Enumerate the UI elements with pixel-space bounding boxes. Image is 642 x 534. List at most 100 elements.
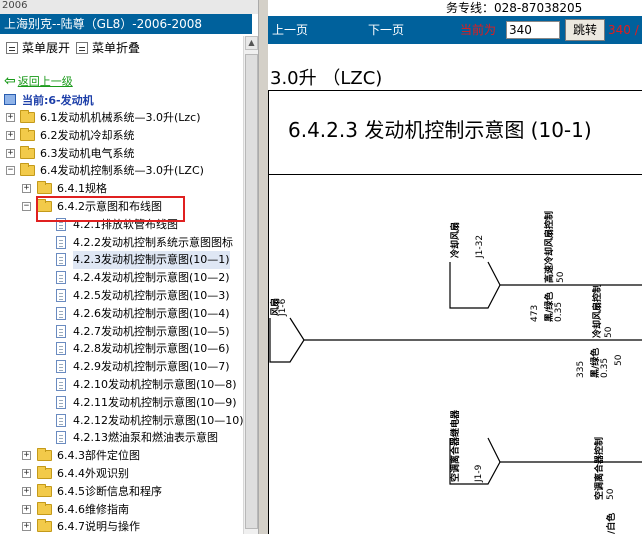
current-location-label: 当前:6-发动机 <box>22 94 94 107</box>
tree-toggle-icon[interactable]: − <box>22 202 31 211</box>
tree-item[interactable]: 4.2.2发动机控制系统示意图图标 <box>0 234 243 252</box>
wire-473-function: 冷却风扇控制 <box>593 283 603 338</box>
tree-toggle-icon[interactable]: + <box>22 469 31 478</box>
scrollbar-thumb[interactable] <box>245 54 258 529</box>
tree-item[interactable]: 4.2.12发动机控制示意图(10—10) <box>0 412 244 430</box>
current-location: 当前:6-发动机 <box>4 92 94 108</box>
wire-473-size: 0.35 <box>554 301 564 322</box>
tree-item[interactable]: +6.1发动机机械系统—3.0升(Lzc) <box>0 109 243 127</box>
document-icon <box>56 235 66 249</box>
wire-473-circuit: 50 <box>604 326 614 338</box>
document-icon <box>56 306 66 320</box>
tree-item[interactable]: +6.4.4外观识别 <box>0 465 243 483</box>
tree-toggle-icon[interactable]: + <box>6 130 15 140</box>
tree-item[interactable]: +6.4.6维修指南 <box>0 501 243 519</box>
book-title: 上海别克--陆尊（GL8）-2006-2008 <box>4 17 203 31</box>
computer-icon <box>4 94 16 105</box>
tree-item[interactable]: 4.2.5发动机控制示意图(10—3) <box>0 287 243 305</box>
collapse-menu-button[interactable]: 菜单折叠 <box>76 40 140 56</box>
tree-toggle-icon[interactable]: + <box>22 451 31 461</box>
folder-icon <box>37 181 52 195</box>
tree-item-label: 4.2.7发动机控制示意图(10—5) <box>73 324 230 338</box>
wire-335-circuit: 50 <box>614 354 624 366</box>
back-link[interactable]: 返回上一级 <box>18 75 73 88</box>
tree-toggle-icon[interactable]: + <box>22 504 31 514</box>
wire-top-function: 高速冷却风扇控制 <box>545 210 555 283</box>
document-icon <box>56 324 66 338</box>
pin-left-label: J1-6 <box>278 298 288 316</box>
tree-item-label: 4.2.9发动机控制示意图(10—7) <box>73 360 230 374</box>
folder-icon <box>37 466 52 479</box>
tree-toggle-icon[interactable]: − <box>6 166 15 176</box>
expand-menu-button[interactable]: 菜单展开 <box>6 40 70 56</box>
wire-335-size: 0.35 <box>600 357 610 378</box>
tree-toggle-icon[interactable]: + <box>22 184 31 194</box>
tree-scrollbar[interactable]: ▲ <box>243 36 258 534</box>
tree-item[interactable]: − 6.4发动机控制系统—3.0升(LZC) <box>0 162 243 180</box>
tree-item[interactable]: +6.3发动机电气系统 <box>0 145 243 163</box>
back-arrow-icon: ⇦ <box>4 73 16 89</box>
pin-top-label: J1-32 <box>475 234 485 258</box>
tree-toggle-icon[interactable]: + <box>6 113 15 122</box>
tree-item[interactable]: +6.4.7说明与操作 <box>0 518 243 534</box>
tree-item[interactable]: 4.2.7发动机控制示意图(10—5) <box>0 323 243 341</box>
tree-item[interactable]: 4.2.10发动机控制示意图(10—8) <box>0 376 243 394</box>
folder-icon <box>20 127 35 141</box>
tree-item-label: 6.2发动机冷却系统 <box>40 128 135 142</box>
connector-left-shape <box>269 317 305 363</box>
tree-item[interactable]: 4.2.11发动机控制示意图(10—9) <box>0 394 243 412</box>
folder-icon <box>37 448 52 462</box>
tree-item-label: 4.2.2发动机控制系统示意图图标 <box>73 235 233 249</box>
document-icon <box>56 253 66 267</box>
tree-item-label: 4.2.6发动机控制示意图(10—4) <box>73 306 230 320</box>
tree-item-label: 6.4发动机控制系统—3.0升(LZC) <box>40 164 204 178</box>
tree-item[interactable]: +6.4.5诊断信息和程序 <box>0 483 243 501</box>
document-icon <box>56 431 66 445</box>
connector-top-shape <box>449 261 501 309</box>
tree-item-label: 4.2.12发动机控制示意图(10—10) <box>73 413 244 427</box>
tree-item[interactable]: 4.2.4发动机控制示意图(10—2) <box>0 269 243 287</box>
left-navigation-pane: 2006 上海别克--陆尊（GL8）-2006-2008 菜单展开 菜单折叠 ⇦… <box>0 0 258 534</box>
tree-item-label: 4.2.13燃油泵和燃油表示意图 <box>73 431 218 445</box>
tree-item[interactable]: +6.2发动机冷却系统 <box>0 127 243 145</box>
tree-item-label: 4.2.5发动机控制示意图(10—3) <box>73 289 230 302</box>
tree-item[interactable]: 4.2.9发动机控制示意图(10—7) <box>0 358 243 376</box>
tree-item[interactable]: +6.4.3部件定位图 <box>0 447 243 465</box>
tree-toggle-icon[interactable]: + <box>22 486 31 496</box>
tree-item-label: 6.3发动机电气系统 <box>40 146 135 160</box>
scroll-up-icon[interactable]: ▲ <box>245 36 258 50</box>
tree-item-label: 6.1发动机机械系统—3.0升(Lzc) <box>40 111 201 124</box>
tree-item-label: 4.2.3发动机控制示意图(10—1) <box>73 251 230 270</box>
tree-item[interactable]: 4.2.13燃油泵和燃油表示意图 <box>0 429 243 447</box>
tree-item-label: 6.4.4外观识别 <box>57 467 129 480</box>
document-icon <box>56 342 66 356</box>
wire-473-number: 473 <box>530 304 540 322</box>
collapse-menu-label: 菜单折叠 <box>92 41 141 55</box>
wire-top-number: 50 <box>556 271 566 283</box>
book-title-bar: 上海别克--陆尊（GL8）-2006-2008 <box>0 14 252 34</box>
pane-splitter[interactable] <box>258 0 268 534</box>
document-icon <box>56 360 66 374</box>
tree-item-label: 6.4.5诊断信息和程序 <box>57 484 162 498</box>
tree-item[interactable]: 4.2.8发动机控制示意图(10—6) <box>0 340 243 358</box>
document-icon <box>56 271 66 285</box>
wire-335-number: 335 <box>576 360 586 378</box>
folder-icon <box>37 519 52 533</box>
folder-icon <box>20 163 35 177</box>
document-viewer: 务专线：028-87038205 上一页 下一页 当前为 跳转 340 / 3.… <box>268 0 642 534</box>
folder-icon <box>37 501 52 515</box>
tree-toggle-icon[interactable]: + <box>22 522 31 532</box>
tree-item[interactable]: 4.2.3发动机控制示意图(10—1) <box>0 251 243 270</box>
tree-item-label: 6.4.7说明与操作 <box>57 520 140 534</box>
pin-bottom-label: J1-9 <box>474 464 484 482</box>
document-icon <box>56 289 66 302</box>
tree-toggle-icon[interactable]: + <box>6 148 15 158</box>
tree-item-label: 4.2.10发动机控制示意图(10—8) <box>73 378 237 391</box>
tree-item-label: 4.2.4发动机控制示意图(10—2) <box>73 271 230 285</box>
folder-icon <box>37 483 52 497</box>
window-title: 2006 <box>0 0 258 14</box>
wire-bottom-circuit: 50 <box>606 488 616 500</box>
back-link-row[interactable]: ⇦ 返回上一级 <box>4 73 73 89</box>
connector-top-label: 冷却风扇 <box>451 221 461 258</box>
tree-item[interactable]: 4.2.6发动机控制示意图(10—4) <box>0 305 243 323</box>
